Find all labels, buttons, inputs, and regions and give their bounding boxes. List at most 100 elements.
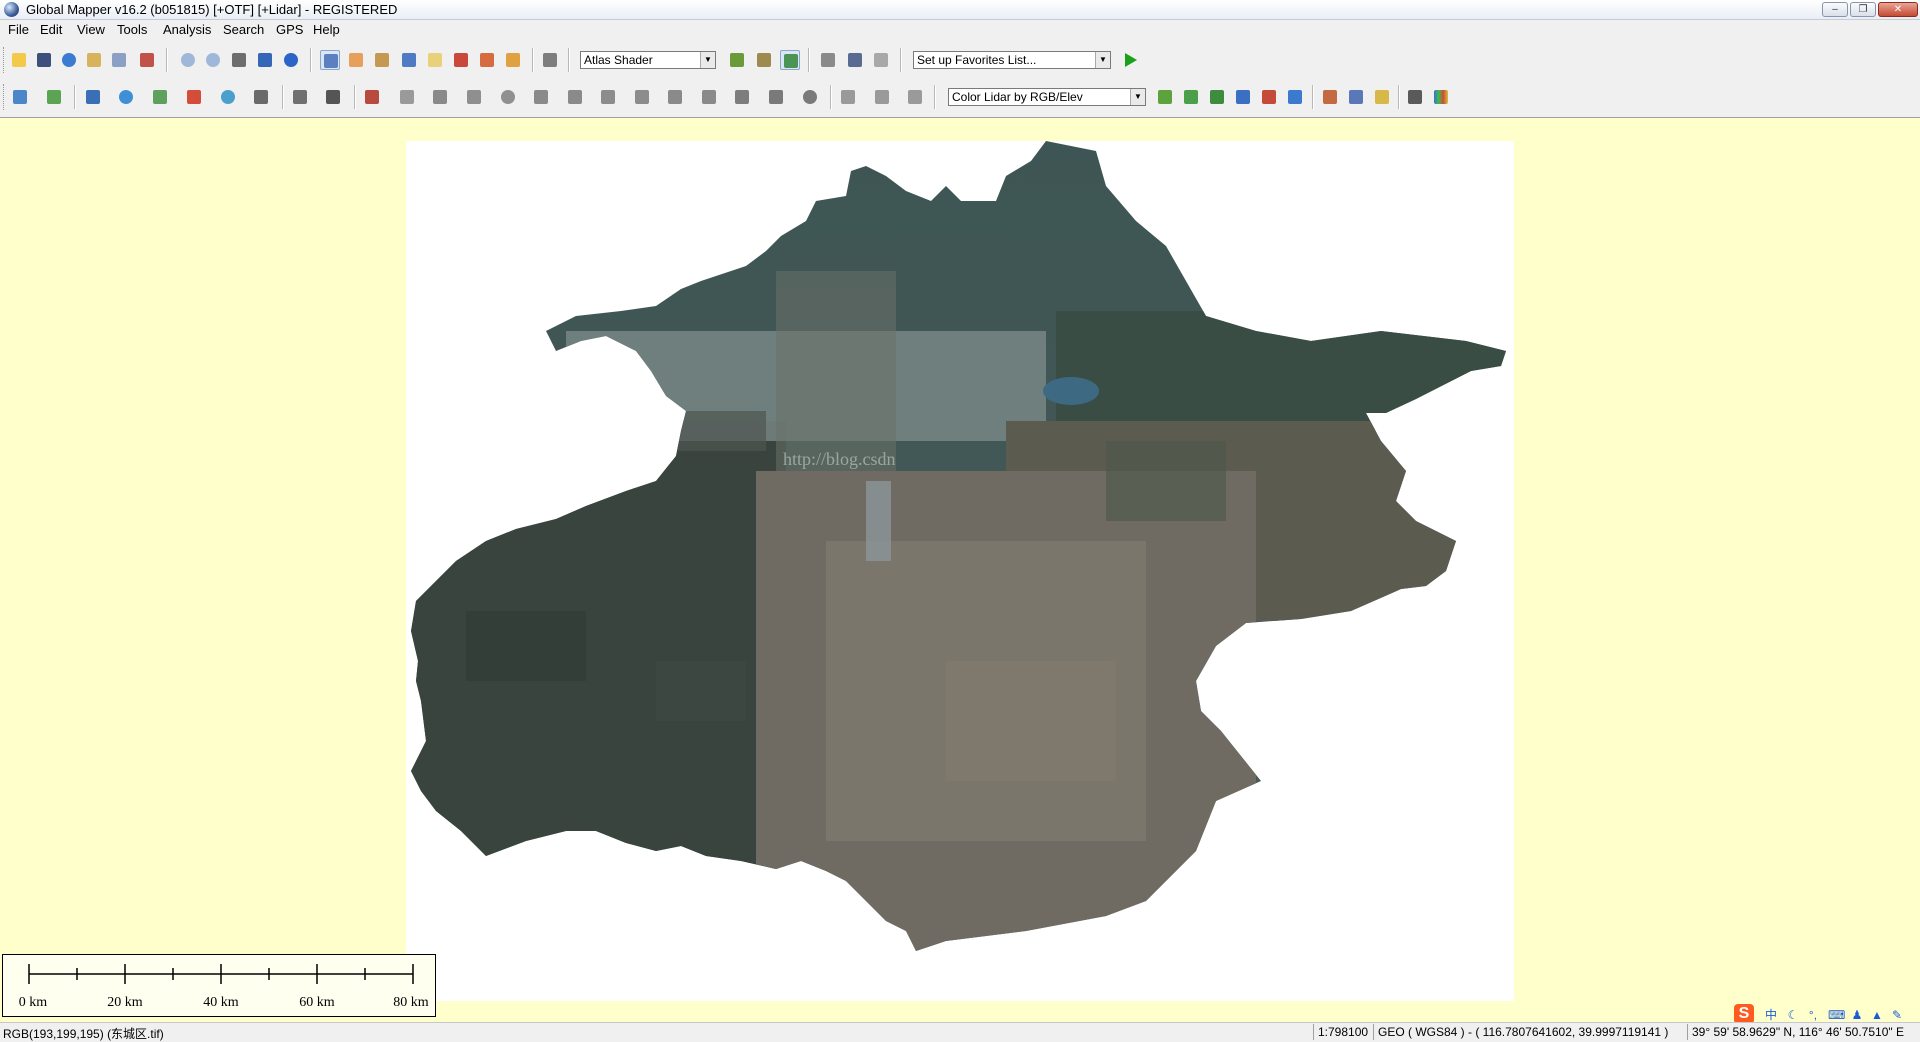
- draw-path-icon[interactable]: [362, 87, 382, 107]
- favorites-select-value: Set up Favorites List...: [917, 53, 1037, 67]
- beijing-imagery-map: http://blog.csdn: [411, 141, 1506, 951]
- menu-tools[interactable]: Tools: [117, 22, 147, 37]
- water-class-icon[interactable]: [1285, 87, 1305, 107]
- view-shed-icon[interactable]: [451, 50, 471, 70]
- ag-filter-icon[interactable]: [1346, 87, 1366, 107]
- run-favorite-icon[interactable]: [1120, 50, 1140, 70]
- stairs-tool-icon[interactable]: [699, 87, 719, 107]
- leaf-tool-icon[interactable]: [732, 87, 752, 107]
- ime-language[interactable]: 中: [1764, 1008, 1778, 1022]
- merge-tool-icon[interactable]: [766, 87, 786, 107]
- toolbar-gripper[interactable]: [3, 47, 7, 73]
- shader-select[interactable]: Atlas Shader ▼: [580, 51, 716, 69]
- zoom-in-icon[interactable]: [178, 50, 198, 70]
- full-view-icon[interactable]: [229, 50, 249, 70]
- home-icon[interactable]: [255, 50, 275, 70]
- terrain-layer-icon[interactable]: [780, 50, 800, 70]
- user-icon[interactable]: ♟: [1850, 1008, 1864, 1022]
- map-view[interactable]: http://blog.csdn 0 km 20 km 40 km 60 km …: [0, 118, 1920, 1022]
- 3d-path-icon[interactable]: [477, 50, 497, 70]
- maximize-button[interactable]: ❐: [1850, 2, 1876, 17]
- grid-color-icon[interactable]: [1431, 87, 1451, 107]
- hv-filter-icon[interactable]: [1207, 87, 1227, 107]
- config-tools-icon[interactable]: [137, 50, 157, 70]
- toolbar-row-2: Color Lidar by RGB/Elev ▼: [0, 81, 1460, 115]
- terrain-edit-icon[interactable]: [397, 87, 417, 107]
- scale-label-60: 60 km: [299, 995, 335, 1010]
- undo-point-icon[interactable]: [838, 87, 858, 107]
- skin-icon[interactable]: ▲: [1870, 1008, 1884, 1022]
- rotate-icon[interactable]: [905, 87, 925, 107]
- gps-tracking-icon[interactable]: [540, 50, 560, 70]
- keyboard-icon[interactable]: ⌨: [1828, 1008, 1845, 1022]
- menu-gps[interactable]: GPS: [276, 22, 303, 37]
- toolbar-gripper[interactable]: [3, 84, 7, 110]
- open-file-icon[interactable]: [9, 50, 29, 70]
- path-profile-icon[interactable]: [425, 50, 445, 70]
- overlay-control-icon[interactable]: [109, 50, 129, 70]
- menu-view[interactable]: View: [77, 22, 105, 37]
- ime-logo[interactable]: S: [1734, 1004, 1754, 1024]
- hill-tool-icon[interactable]: [430, 87, 450, 107]
- minimize-button[interactable]: ‒: [1822, 2, 1848, 17]
- sphere-tool-icon[interactable]: [498, 87, 518, 107]
- lidar-classify-icon[interactable]: [83, 87, 103, 107]
- lidar-edit-icon[interactable]: [150, 87, 170, 107]
- menu-file[interactable]: File: [8, 22, 29, 37]
- blob-tool-icon[interactable]: [800, 87, 820, 107]
- menu-help[interactable]: Help: [313, 22, 340, 37]
- wrench-icon[interactable]: ✎: [1890, 1008, 1904, 1022]
- lidar-color-select[interactable]: Color Lidar by RGB/Elev ▼: [948, 88, 1146, 106]
- scale-label-20: 20 km: [107, 995, 143, 1010]
- tree-tool-icon[interactable]: [598, 87, 618, 107]
- menu-search[interactable]: Search: [223, 22, 264, 37]
- building-tool-icon[interactable]: [665, 87, 685, 107]
- globe-data-icon[interactable]: [59, 50, 79, 70]
- close-button[interactable]: ✕: [1878, 2, 1918, 17]
- chevron-down-icon: ▼: [700, 52, 715, 68]
- map-canvas[interactable]: http://blog.csdn: [406, 141, 1514, 1001]
- measure-icon[interactable]: [372, 50, 392, 70]
- arrow-tool-icon[interactable]: [531, 87, 551, 107]
- cloud-tool-icon[interactable]: [632, 87, 652, 107]
- ag-classify-icon[interactable]: [1320, 87, 1340, 107]
- building-class-icon[interactable]: [1233, 87, 1253, 107]
- ag-edit-icon[interactable]: [1372, 87, 1392, 107]
- slope-tool-icon[interactable]: [464, 87, 484, 107]
- feature-info-icon[interactable]: [399, 50, 419, 70]
- house-tool-icon[interactable]: [565, 87, 585, 107]
- digitizer-tool-icon[interactable]: [320, 50, 340, 70]
- catalog-icon[interactable]: [84, 50, 104, 70]
- layer-manager-icon[interactable]: [845, 50, 865, 70]
- menu-analysis[interactable]: Analysis: [163, 22, 211, 37]
- lidar-grid-icon[interactable]: [251, 87, 271, 107]
- create-line-icon[interactable]: [44, 87, 64, 107]
- save-icon[interactable]: [34, 50, 54, 70]
- power-line-icon[interactable]: [1259, 87, 1279, 107]
- lidar-code-icon[interactable]: [184, 87, 204, 107]
- breakline-icon[interactable]: [323, 87, 343, 107]
- 3d-view-icon[interactable]: [754, 50, 774, 70]
- punctuation-icon[interactable]: °,: [1806, 1008, 1820, 1022]
- lidar-filter-icon[interactable]: [116, 87, 136, 107]
- favorites-select[interactable]: Set up Favorites List... ▼: [913, 51, 1111, 69]
- pan-hand-icon[interactable]: [346, 50, 366, 70]
- refresh-icon[interactable]: [281, 50, 301, 70]
- grid-snap-icon[interactable]: [871, 50, 891, 70]
- zoom-out-icon[interactable]: [203, 50, 223, 70]
- vertical-profile-icon[interactable]: [818, 50, 838, 70]
- raise-icon[interactable]: [872, 87, 892, 107]
- split-icon[interactable]: [1405, 87, 1425, 107]
- globe-app-icon: [4, 2, 19, 17]
- shader-options-icon[interactable]: [727, 50, 747, 70]
- menu-bar: File Edit View Tools Analysis Search GPS…: [0, 20, 1920, 40]
- lv-display-icon[interactable]: [1155, 87, 1175, 107]
- menu-edit[interactable]: Edit: [40, 22, 62, 37]
- toolbar-row-1: Atlas Shader ▼ Set up Favorites List... …: [0, 44, 1150, 78]
- lidar-cluster-icon[interactable]: [218, 87, 238, 107]
- create-area-icon[interactable]: [10, 87, 30, 107]
- dropdown-tools-icon[interactable]: [503, 50, 523, 70]
- moon-icon[interactable]: ☾: [1786, 1008, 1800, 1022]
- point-select-icon[interactable]: [290, 87, 310, 107]
- hv-display-icon[interactable]: [1181, 87, 1201, 107]
